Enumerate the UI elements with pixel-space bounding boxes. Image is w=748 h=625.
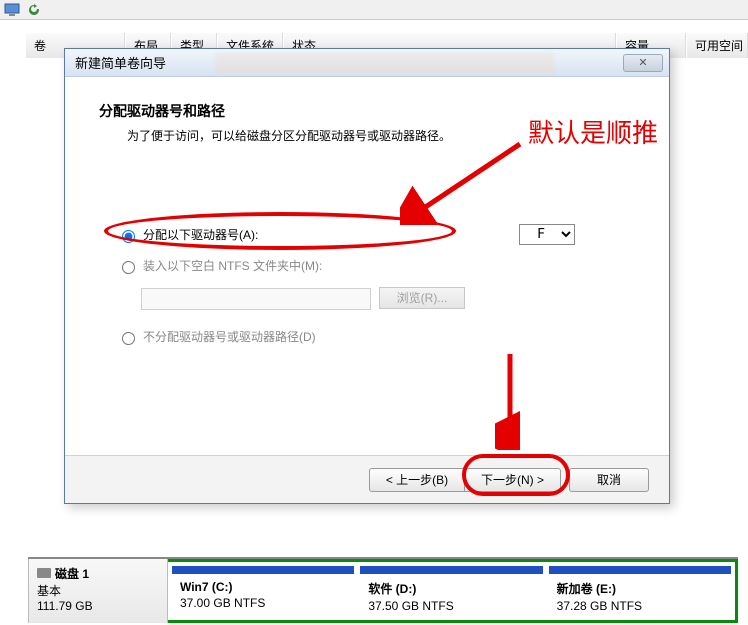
options-group: 分配以下驱动器号(A): F 装入以下空白 NTFS 文件夹中(M): 浏览(R… (117, 224, 635, 345)
option-no-assign[interactable]: 不分配驱动器号或驱动器路径(D) (117, 328, 635, 345)
next-button[interactable]: 下一步(N) > (465, 468, 561, 492)
col-free[interactable]: 可用空间 (686, 33, 748, 58)
option-mount-folder[interactable]: 装入以下空白 NTFS 文件夹中(M): (117, 257, 635, 274)
disk-icon (37, 568, 51, 578)
partition[interactable]: 新加卷 (E:) 37.28 GB NTFS (549, 566, 731, 620)
disk-info: 磁盘 1 基本 111.79 GB (28, 559, 168, 623)
browse-button[interactable]: 浏览(R)... (379, 287, 465, 309)
partition-name: 软件 (D:) (368, 580, 534, 597)
monitor-icon[interactable] (4, 2, 20, 18)
blurred-area (215, 52, 555, 74)
disk-map: 磁盘 1 基本 111.79 GB Win7 (C:) 37.00 GB NTF… (28, 557, 738, 623)
option-label: 不分配驱动器号或驱动器路径(D) (143, 328, 316, 345)
partition-size: 37.50 GB NTFS (368, 599, 534, 613)
radio-assign-letter[interactable] (122, 230, 135, 243)
close-button[interactable]: ✕ (623, 54, 663, 72)
dialog-title: 新建简单卷向导 (75, 53, 166, 72)
refresh-icon[interactable] (26, 2, 42, 18)
wizard-buttons: < 上一步(B) 下一步(N) > 取消 (65, 455, 669, 503)
disk-label: 磁盘 1 (55, 567, 89, 581)
partition-name: 新加卷 (E:) (557, 580, 723, 597)
radio-no-assign[interactable] (122, 332, 135, 345)
disk-kind: 基本 (37, 582, 159, 599)
partition[interactable]: 软件 (D:) 37.50 GB NTFS (360, 566, 542, 620)
option-label: 装入以下空白 NTFS 文件夹中(M): (143, 257, 322, 274)
partition-size: 37.00 GB NTFS (180, 596, 346, 610)
partition-size: 37.28 GB NTFS (557, 599, 723, 613)
prev-button[interactable]: < 上一步(B) (369, 468, 465, 492)
option-label: 分配以下驱动器号(A): (143, 226, 258, 243)
close-icon: ✕ (638, 56, 647, 69)
annotation-text: 默认是顺推 (528, 113, 658, 150)
mount-path-input[interactable] (141, 288, 371, 310)
option-assign-letter[interactable]: 分配以下驱动器号(A): F (117, 224, 635, 245)
top-toolbar (0, 0, 748, 20)
titlebar[interactable]: 新建简单卷向导 ✕ (65, 49, 669, 77)
radio-mount-folder[interactable] (122, 261, 135, 274)
disk-size: 111.79 GB (37, 599, 159, 613)
partition-name: Win7 (C:) (180, 580, 346, 594)
drive-letter-select[interactable]: F (519, 224, 575, 245)
partition[interactable]: Win7 (C:) 37.00 GB NTFS (172, 566, 354, 620)
cancel-button[interactable]: 取消 (569, 468, 649, 492)
